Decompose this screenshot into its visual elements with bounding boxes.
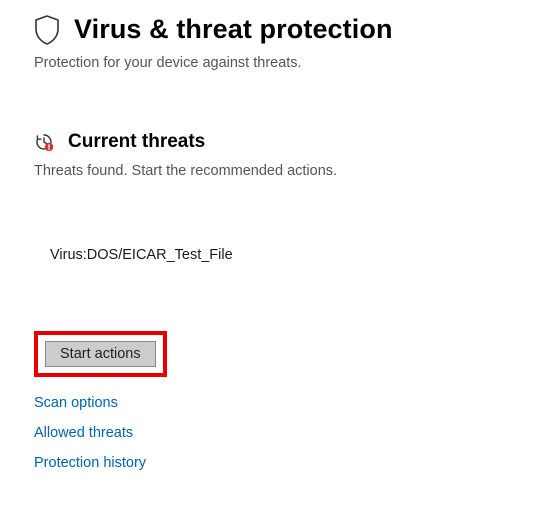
- section-header: Current threats: [34, 131, 526, 153]
- start-actions-button[interactable]: Start actions: [45, 341, 156, 367]
- page-title: Virus & threat protection: [74, 14, 393, 45]
- scan-options-link[interactable]: Scan options: [34, 395, 118, 411]
- history-alert-icon: [34, 132, 54, 152]
- links-group: Scan options Allowed threats Protection …: [34, 395, 526, 471]
- section-title: Current threats: [68, 131, 205, 153]
- page-root: Virus & threat protection Protection for…: [0, 0, 560, 471]
- page-title-row: Virus & threat protection: [34, 14, 526, 45]
- highlight-box: Start actions: [34, 331, 167, 377]
- protection-history-link[interactable]: Protection history: [34, 455, 146, 471]
- threat-item: Virus:DOS/EICAR_Test_File: [50, 247, 526, 263]
- current-threats-section: Current threats Threats found. Start the…: [34, 131, 526, 471]
- shield-icon: [34, 15, 60, 45]
- actions-row: Start actions: [34, 331, 526, 377]
- allowed-threats-link[interactable]: Allowed threats: [34, 425, 133, 441]
- page-subtitle: Protection for your device against threa…: [34, 55, 526, 71]
- section-desc: Threats found. Start the recommended act…: [34, 163, 526, 179]
